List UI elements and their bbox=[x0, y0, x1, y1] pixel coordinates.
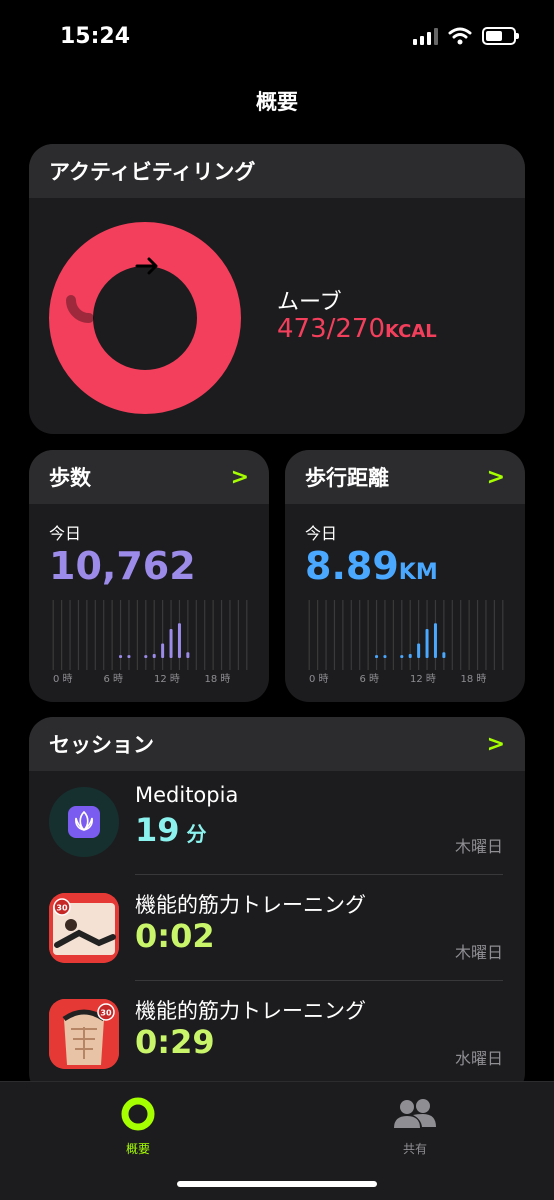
chart-tick-label: 0 時 bbox=[53, 673, 73, 685]
session-day: 木曜日 bbox=[454, 837, 503, 856]
strength-training-app-icon: 30 bbox=[49, 893, 119, 963]
move-value: 473/270KCAL bbox=[277, 314, 437, 344]
steps-value: 10,762 bbox=[49, 544, 196, 588]
tab-summary[interactable]: 概要 bbox=[98, 1096, 178, 1157]
status-time: 15:24 bbox=[60, 24, 131, 49]
move-unit: KCAL bbox=[385, 321, 437, 342]
people-icon bbox=[394, 1099, 436, 1128]
distance-hourly-chart: 0 時 6 時 12 時 18 時 bbox=[308, 600, 504, 685]
chart-bar bbox=[161, 643, 165, 658]
chart-bar bbox=[375, 655, 379, 658]
activity-rings-icon bbox=[121, 1097, 155, 1131]
chart-bar bbox=[119, 655, 123, 658]
distance-amount: 8.89 bbox=[305, 544, 399, 588]
chart-tick-label: 18 時 bbox=[461, 673, 487, 685]
status-icons bbox=[413, 27, 519, 45]
home-indicator bbox=[177, 1181, 377, 1187]
session-value: 0:02 bbox=[135, 917, 215, 955]
steps-today-label: 今日 bbox=[49, 524, 82, 543]
steps-card-title: 歩数 bbox=[49, 466, 91, 490]
chart-bar bbox=[144, 655, 148, 658]
session-amount: 19 bbox=[135, 811, 180, 849]
tab-sharing[interactable]: 共有 bbox=[375, 1096, 455, 1157]
chart-bar bbox=[400, 655, 404, 658]
move-label: ムーブ bbox=[277, 290, 342, 315]
sessions-card-header: セッション > bbox=[29, 717, 525, 771]
steps-hourly-chart: 0 時 6 時 12 時 18 時 bbox=[52, 600, 248, 685]
meditopia-app-icon bbox=[49, 787, 119, 857]
distance-value: 8.89KM bbox=[305, 544, 438, 588]
chart-tick-label: 6 時 bbox=[104, 673, 124, 685]
chart-bar bbox=[433, 623, 437, 658]
sessions-card[interactable]: セッション > Meditopia 19 分 木曜日 30 機能的筋力トレーニン… bbox=[29, 717, 525, 1097]
chart-bar bbox=[417, 643, 421, 658]
svg-text:30: 30 bbox=[56, 904, 68, 913]
distance-card-header: 歩行距離 > bbox=[285, 450, 525, 504]
chevron-right-icon[interactable]: > bbox=[231, 465, 249, 490]
chart-bar bbox=[152, 653, 156, 658]
move-ring bbox=[49, 222, 241, 414]
chart-bar bbox=[177, 623, 181, 658]
session-day: 木曜日 bbox=[454, 943, 503, 962]
chevron-right-icon[interactable]: > bbox=[487, 465, 505, 490]
session-name: 機能的筋力トレーニング bbox=[135, 893, 366, 917]
chart-bar bbox=[383, 655, 387, 658]
sessions-card-title: セッション bbox=[49, 733, 154, 757]
activity-card-title: アクティビティリング bbox=[49, 160, 256, 184]
session-value: 19 分 bbox=[135, 811, 207, 849]
distance-card[interactable]: 歩行距離 > 今日 8.89KM 0 時 6 時 12 時 18 時 bbox=[285, 450, 525, 702]
distance-card-title: 歩行距離 bbox=[305, 466, 389, 490]
chart-bar bbox=[169, 629, 173, 658]
session-day: 水曜日 bbox=[454, 1049, 503, 1068]
chart-bar bbox=[127, 655, 131, 658]
divider bbox=[135, 980, 503, 981]
chart-tick-label: 18 時 bbox=[205, 673, 231, 685]
tab-sharing-label: 共有 bbox=[402, 1142, 427, 1156]
chart-tick-label: 6 時 bbox=[360, 673, 380, 685]
battery-icon bbox=[482, 27, 519, 45]
strength-training-app-icon: 30 bbox=[49, 999, 119, 1069]
tab-summary-label: 概要 bbox=[125, 1142, 150, 1156]
wifi-icon bbox=[448, 27, 472, 45]
chart-bar bbox=[408, 653, 412, 658]
activity-card-header: アクティビティリング bbox=[29, 144, 525, 198]
activity-rings-card[interactable]: アクティビティリング ムーブ 473/270KCAL bbox=[29, 144, 525, 434]
session-row-meditopia[interactable]: Meditopia 19 分 木曜日 bbox=[29, 771, 525, 875]
chart-tick-label: 12 時 bbox=[154, 673, 180, 685]
distance-today-label: 今日 bbox=[305, 524, 338, 543]
session-name: 機能的筋力トレーニング bbox=[135, 999, 366, 1023]
steps-card-header: 歩数 > bbox=[29, 450, 269, 504]
session-unit: 分 bbox=[179, 822, 207, 846]
chart-bar bbox=[425, 629, 429, 658]
page-title: 概要 bbox=[256, 90, 298, 114]
signal-icon bbox=[413, 27, 438, 45]
move-amount: 473/270 bbox=[277, 314, 386, 344]
chart-bar bbox=[442, 652, 446, 658]
distance-unit: KM bbox=[398, 560, 438, 585]
session-row-strength-1[interactable]: 30 機能的筋力トレーニング 0:02 木曜日 bbox=[29, 877, 525, 981]
chart-tick-label: 0 時 bbox=[309, 673, 329, 685]
session-value: 0:29 bbox=[135, 1023, 215, 1061]
session-row-strength-2[interactable]: 30 機能的筋力トレーニング 0:29 水曜日 bbox=[29, 983, 525, 1087]
divider bbox=[135, 874, 503, 875]
session-name: Meditopia bbox=[135, 783, 239, 807]
svg-text:30: 30 bbox=[100, 1009, 112, 1018]
steps-card[interactable]: 歩数 > 今日 10,762 0 時 6 時 12 時 18 時 bbox=[29, 450, 269, 702]
chevron-right-icon[interactable]: > bbox=[487, 732, 505, 757]
chart-bar bbox=[186, 652, 190, 658]
chart-tick-label: 12 時 bbox=[410, 673, 436, 685]
